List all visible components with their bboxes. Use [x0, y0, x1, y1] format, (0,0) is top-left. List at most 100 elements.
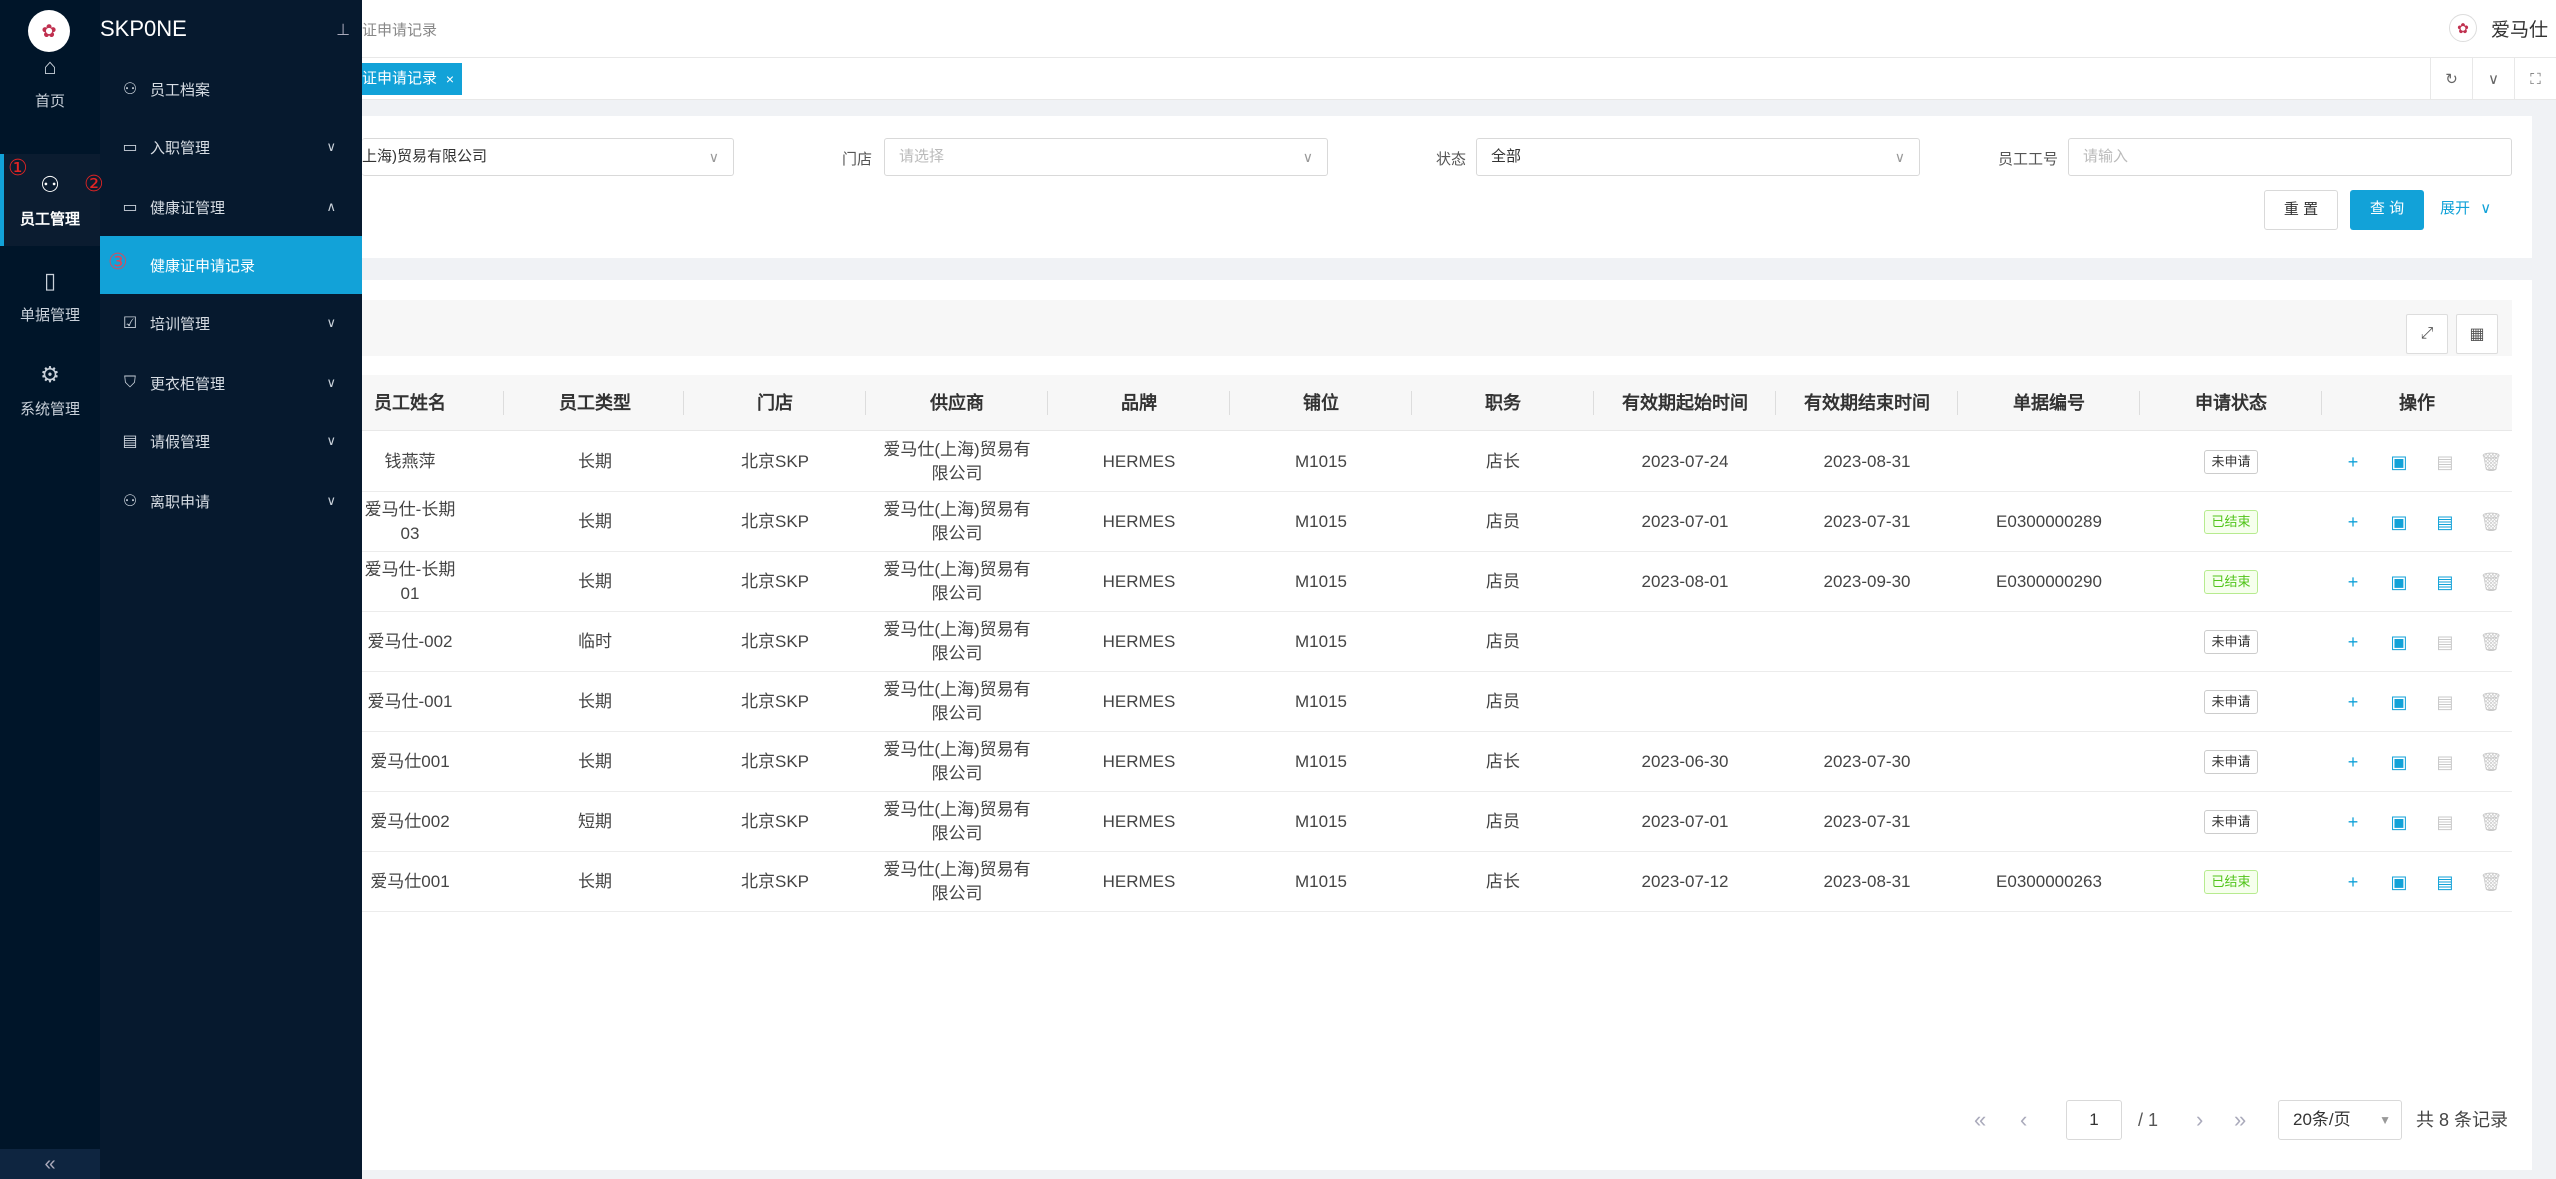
- delete-icon[interactable]: 🗑: [2468, 752, 2514, 773]
- column-header: 员工类型: [559, 393, 631, 413]
- collapse-sidebar-button[interactable]: «: [0, 1149, 100, 1179]
- delete-icon[interactable]: 🗑: [2468, 512, 2514, 533]
- calendar-edit-icon[interactable]: ▣: [2376, 512, 2422, 533]
- calendar-edit-icon[interactable]: ▣: [2376, 632, 2422, 653]
- user-name: 爱马仕: [2490, 19, 2548, 41]
- delete-icon[interactable]: 🗑: [2468, 452, 2514, 473]
- cell-text: 长期: [578, 692, 612, 711]
- calendar-edit-icon[interactable]: ▣: [2376, 812, 2422, 833]
- table-row[interactable]: 爱马仕-长期03 长期 北京SKP 爱马仕(上海)贸易有限公司 HERMES M1015 店…: [362, 492, 2512, 552]
- cell-brand: HERMES: [1048, 612, 1230, 672]
- store-select[interactable]: 请选择 ∨: [884, 138, 1328, 176]
- pin-icon[interactable]: ⊥: [336, 20, 350, 40]
- user-menu[interactable]: ✿ 爱马仕: [2448, 14, 2548, 42]
- tab-health-cert-records[interactable]: 证申请记录 ×: [362, 63, 462, 95]
- records-table-card: ⤢ ▦ 员工姓名 员工类型 门店 供应商 品牌 铺位 职务 有效期起始时间 有效期结束时间 单据编…: [362, 280, 2532, 1170]
- review-icon[interactable]: ▤: [2422, 692, 2468, 713]
- fullscreen-icon[interactable]: ⛶: [2514, 58, 2556, 100]
- submenu-item-training[interactable]: ☑ 培训管理 ∨: [100, 294, 362, 352]
- column-header: 职务: [1485, 393, 1521, 413]
- prev-page-icon[interactable]: ‹: [2020, 1100, 2027, 1140]
- delete-icon[interactable]: 🗑: [2468, 872, 2514, 893]
- cell-text: 2023-06-30: [1641, 752, 1729, 771]
- cell-text: 爱马仕-001: [367, 692, 453, 711]
- submenu-item-locker[interactable]: ⛉ 更衣柜管理 ∨: [100, 354, 362, 412]
- cell-text: E0300000290: [1996, 572, 2102, 591]
- add-icon[interactable]: +: [2330, 512, 2376, 533]
- first-page-icon[interactable]: «: [1974, 1100, 1986, 1140]
- cell-store: 北京SKP: [684, 552, 866, 612]
- submenu-item-employee-archive[interactable]: ⚇ 员工档案: [100, 60, 362, 118]
- table-row[interactable]: 爱马仕-长期01 长期 北京SKP 爱马仕(上海)贸易有限公司 HERMES M1015 店…: [362, 552, 2512, 612]
- table-row[interactable]: 钱燕萍 长期 北京SKP 爱马仕(上海)贸易有限公司 HERMES M1015 店长 2023…: [362, 432, 2512, 492]
- delete-icon[interactable]: 🗑: [2468, 812, 2514, 833]
- table-row[interactable]: 爱马仕002 短期 北京SKP 爱马仕(上海)贸易有限公司 HERMES M1015 店员 2…: [362, 792, 2512, 852]
- review-icon[interactable]: ▤: [2422, 812, 2468, 833]
- cell-start: 2023-07-24: [1594, 432, 1776, 492]
- rail-item-system[interactable]: ⚙ 系统管理: [0, 344, 100, 436]
- page-size-select[interactable]: 20条/页 ▼: [2278, 1100, 2402, 1140]
- close-icon[interactable]: ×: [446, 63, 454, 95]
- add-icon[interactable]: +: [2330, 452, 2376, 473]
- expand-view-icon[interactable]: ⤢: [2406, 314, 2448, 354]
- submenu-item-health-cert[interactable]: ▭ 健康证管理 ∧: [100, 178, 362, 236]
- submenu-item-health-cert-records[interactable]: 健康证申请记录: [100, 236, 362, 294]
- add-icon[interactable]: +: [2330, 632, 2376, 653]
- cell-berth: M1015: [1230, 432, 1412, 492]
- cell-text: 长期: [578, 512, 612, 531]
- submenu-item-leave[interactable]: ▤ 请假管理 ∨: [100, 412, 362, 470]
- expand-button[interactable]: 展开 ∨: [2440, 190, 2504, 230]
- table-row[interactable]: 爱马仕001 长期 北京SKP 爱马仕(上海)贸易有限公司 HERMES M1015 店长 2…: [362, 732, 2512, 792]
- add-icon[interactable]: +: [2330, 752, 2376, 773]
- calendar-edit-icon[interactable]: ▣: [2376, 872, 2422, 893]
- review-icon[interactable]: ▤: [2422, 572, 2468, 593]
- total-pages: / 1: [2138, 1110, 2159, 1130]
- submenu-item-resignation[interactable]: ⚇ 离职申请 ∨: [100, 472, 362, 530]
- calendar-edit-icon[interactable]: ▣: [2376, 572, 2422, 593]
- cell-text: 2023-08-01: [1641, 572, 1729, 591]
- status-badge: 已结束: [2204, 870, 2258, 894]
- cell-text: M1015: [1295, 452, 1347, 471]
- employee-number-label: 员工工号: [1998, 151, 2059, 168]
- review-icon[interactable]: ▤: [2422, 752, 2468, 773]
- next-page-icon[interactable]: ›: [2196, 1100, 2203, 1140]
- company-select[interactable]: 上海)贸易有限公司 ∨: [362, 138, 734, 176]
- table-row[interactable]: 爱马仕001 长期 北京SKP 爱马仕(上海)贸易有限公司 HERMES M1015 店长 2…: [362, 852, 2512, 912]
- cell-brand: HERMES: [1048, 432, 1230, 492]
- submenu-item-onboarding[interactable]: ▭ 入职管理 ∨: [100, 118, 362, 176]
- shirt-icon: ⛉: [123, 374, 136, 391]
- column-settings-icon[interactable]: ▦: [2456, 314, 2498, 354]
- calendar-edit-icon[interactable]: ▣: [2376, 452, 2422, 473]
- table-header: 员工姓名 员工类型 门店 供应商 品牌 铺位 职务 有效期起始时间 有效期结束时间 单据编号 申请状…: [362, 375, 2512, 431]
- add-icon[interactable]: +: [2330, 692, 2376, 713]
- status-badge: 未申请: [2204, 810, 2258, 834]
- add-icon[interactable]: +: [2330, 872, 2376, 893]
- review-icon[interactable]: ▤: [2422, 632, 2468, 653]
- review-icon[interactable]: ▤: [2422, 512, 2468, 533]
- calendar-edit-icon[interactable]: ▣: [2376, 692, 2422, 713]
- refresh-icon[interactable]: ↻: [2430, 58, 2472, 100]
- cell-text: E0300000263: [1996, 872, 2102, 891]
- rail-item-home[interactable]: ⌂ 首页: [0, 36, 100, 128]
- query-button[interactable]: 查 询: [2350, 190, 2424, 230]
- calendar-edit-icon[interactable]: ▣: [2376, 752, 2422, 773]
- review-icon[interactable]: ▤: [2422, 872, 2468, 893]
- page-number-input[interactable]: 1: [2066, 1100, 2122, 1140]
- delete-icon[interactable]: 🗑: [2468, 572, 2514, 593]
- cell-text: 店员: [1486, 512, 1520, 531]
- add-icon[interactable]: +: [2330, 572, 2376, 593]
- reset-button[interactable]: 重 置: [2264, 190, 2338, 230]
- status-select[interactable]: 全部 ∨: [1476, 138, 1920, 176]
- table-row[interactable]: 爱马仕-001 长期 北京SKP 爱马仕(上海)贸易有限公司 HERMES M1015 店员…: [362, 672, 2512, 732]
- app-title: SKP0NE ⊥: [100, 16, 350, 41]
- employee-number-input[interactable]: 请输入: [2068, 138, 2512, 176]
- chevron-down-icon[interactable]: ∨: [2472, 58, 2514, 100]
- last-page-icon[interactable]: »: [2234, 1100, 2246, 1140]
- rail-item-documents[interactable]: ▯ 单据管理: [0, 250, 100, 342]
- cell-berth: M1015: [1230, 672, 1412, 732]
- delete-icon[interactable]: 🗑: [2468, 632, 2514, 653]
- add-icon[interactable]: +: [2330, 812, 2376, 833]
- delete-icon[interactable]: 🗑: [2468, 692, 2514, 713]
- table-row[interactable]: 爱马仕-002 临时 北京SKP 爱马仕(上海)贸易有限公司 HERMES M1015 店员…: [362, 612, 2512, 672]
- review-icon[interactable]: ▤: [2422, 452, 2468, 473]
